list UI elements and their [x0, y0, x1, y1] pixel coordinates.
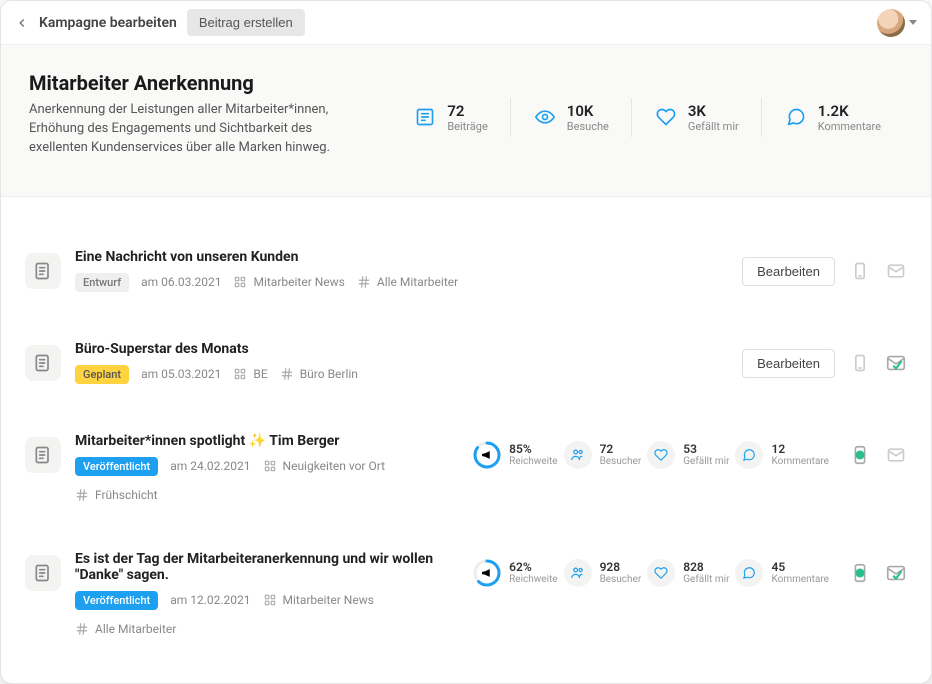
create-post-button[interactable]: Beitrag erstellen: [187, 9, 305, 36]
stat-label: Beiträge: [447, 120, 487, 133]
stat-value: 10K: [567, 102, 609, 120]
posts-icon: [413, 105, 437, 129]
overview-stat: 10K Besuche: [510, 98, 631, 137]
phone-icon[interactable]: [849, 260, 871, 282]
comment-icon: [735, 559, 763, 587]
post-title: Büro-Superstar des Monats: [75, 341, 728, 357]
overview-stat: 3K Gefällt mir: [631, 98, 761, 137]
post-date: am 12.02.2021: [170, 593, 250, 607]
campaign-header: Mitarbeiter Anerkennung Anerkennung der …: [1, 45, 931, 197]
status-badge: Veröffentlicht: [75, 591, 158, 610]
mail-icon[interactable]: [885, 444, 907, 466]
post-channel: Mitarbeiter News: [233, 275, 344, 289]
post-title: Es ist der Tag der Mitarbeiteranerkennun…: [75, 551, 459, 583]
heart-icon: [647, 441, 675, 469]
post-row[interactable]: Beginnen Sie Ihre Schicht mit einem Läch…: [23, 673, 909, 683]
back-icon[interactable]: [15, 16, 29, 30]
status-badge: Geplant: [75, 365, 129, 384]
edit-button[interactable]: Bearbeiten: [742, 257, 835, 286]
post-channel: BE: [233, 367, 267, 381]
stat-comments: 12Kommentare: [735, 441, 829, 469]
stat-value: 3K: [688, 102, 739, 120]
document-icon: [25, 437, 61, 473]
phone-icon[interactable]: [849, 562, 871, 584]
post-audience: Alle Mitarbeiter: [75, 622, 176, 636]
post-list: Eine Nachricht von unseren Kunden Entwur…: [1, 197, 931, 683]
phone-icon[interactable]: [849, 444, 871, 466]
campaign-title: Mitarbeiter Anerkennung: [29, 71, 373, 95]
page-title: Kampagne bearbeiten: [39, 15, 177, 31]
avatar: [877, 9, 905, 37]
post-stats: 85%Reichweite 72Besucher 53Gefällt mir 1…: [473, 441, 829, 469]
post-date: am 24.02.2021: [170, 459, 250, 473]
document-icon: [25, 555, 61, 591]
document-icon: [25, 253, 61, 289]
comment-icon: [735, 441, 763, 469]
heart-icon: [647, 559, 675, 587]
stat-likes: 53Gefällt mir: [647, 441, 729, 469]
document-icon: [25, 345, 61, 381]
stat-visitors: 72Besucher: [564, 441, 642, 469]
post-date: am 05.03.2021: [141, 367, 221, 381]
comments-icon: [784, 105, 808, 129]
post-row[interactable]: Büro-Superstar des Monats Geplant am 05.…: [23, 329, 909, 397]
stat-label: Gefällt mir: [688, 120, 739, 133]
edit-button[interactable]: Bearbeiten: [742, 349, 835, 378]
stat-reach: 62%Reichweite: [473, 559, 557, 587]
stat-reach: 85%Reichweite: [473, 441, 557, 469]
post-row[interactable]: Mitarbeiter*innen spotlight ✨ Tim Berger…: [23, 421, 909, 515]
phone-icon[interactable]: [849, 352, 871, 374]
mail-icon[interactable]: [885, 352, 907, 374]
stat-comments: 45Kommentare: [735, 559, 829, 587]
status-badge: Entwurf: [75, 273, 129, 292]
post-date: am 06.03.2021: [141, 275, 221, 289]
stat-value: 1.2K: [818, 102, 881, 120]
post-audience: Frühschicht: [75, 488, 158, 502]
stat-value: 72: [447, 102, 487, 120]
post-stats: 62%Reichweite 928Besucher 828Gefällt mir…: [473, 559, 829, 587]
post-row[interactable]: Es ist der Tag der Mitarbeiteranerkennun…: [23, 539, 909, 649]
people-icon: [564, 441, 592, 469]
topbar: Kampagne bearbeiten Beitrag erstellen: [1, 1, 931, 45]
user-menu[interactable]: [877, 9, 917, 37]
stat-label: Kommentare: [818, 120, 881, 133]
mail-icon[interactable]: [885, 260, 907, 282]
overview-stat: 1.2K Kommentare: [761, 98, 903, 137]
views-icon: [533, 105, 557, 129]
post-audience: Alle Mitarbeiter: [357, 275, 458, 289]
people-icon: [564, 559, 592, 587]
mail-icon[interactable]: [885, 562, 907, 584]
stat-likes: 828Gefällt mir: [647, 559, 729, 587]
post-channel: Neuigkeiten vor Ort: [263, 459, 386, 473]
stat-label: Besuche: [567, 120, 609, 133]
status-badge: Veröffentlicht: [75, 457, 158, 476]
overview-stat: 72 Beiträge: [413, 98, 509, 137]
stat-visitors: 928Besucher: [564, 559, 642, 587]
post-audience: Büro Berlin: [280, 367, 358, 381]
campaign-stats: 72 Beiträge 10K Besuche 3K Gefällt mir 1…: [413, 77, 903, 158]
likes-icon: [654, 105, 678, 129]
post-title: Eine Nachricht von unseren Kunden: [75, 249, 728, 265]
post-channel: Mitarbeiter News: [263, 593, 374, 607]
post-title: Mitarbeiter*innen spotlight ✨ Tim Berger: [75, 433, 459, 449]
campaign-description: Anerkennung der Leistungen aller Mitarbe…: [29, 101, 373, 158]
chevron-down-icon: [909, 20, 917, 25]
post-row[interactable]: Eine Nachricht von unseren Kunden Entwur…: [23, 237, 909, 305]
